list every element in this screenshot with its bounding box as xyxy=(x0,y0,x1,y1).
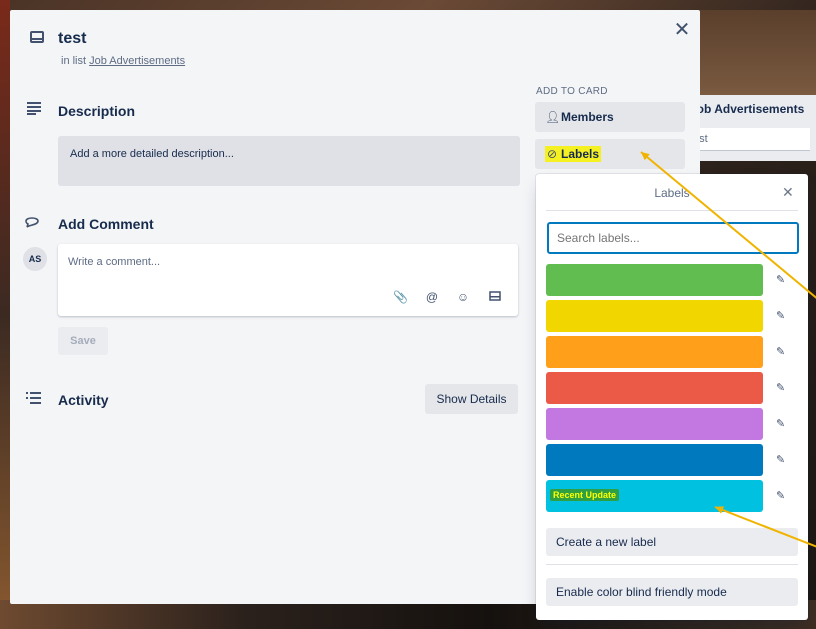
comment-placeholder: Write a comment... xyxy=(68,256,161,268)
label-sky[interactable]: Recent Update xyxy=(546,480,763,512)
in-list-prefix: in list xyxy=(61,55,87,67)
avatar[interactable]: AS xyxy=(23,247,47,271)
description-icon xyxy=(26,101,42,120)
edit-label-icon[interactable]: ✎ xyxy=(776,381,785,394)
list-link[interactable]: Job Advertisements xyxy=(89,55,185,67)
members-button[interactable]: 👤︎Members xyxy=(535,102,685,132)
edit-label-icon[interactable]: ✎ xyxy=(776,345,785,358)
activity-icon xyxy=(26,391,42,410)
activity-title: Activity xyxy=(58,392,109,408)
board-background-edge xyxy=(0,0,10,629)
card-title[interactable]: test xyxy=(58,30,86,48)
add-comment-title: Add Comment xyxy=(58,216,154,232)
comment-icon xyxy=(24,215,40,234)
labels-button[interactable]: ⊘ Labels xyxy=(535,139,685,169)
edit-label-icon[interactable]: ✎ xyxy=(776,309,785,322)
add-to-card-heading: ADD TO CARD xyxy=(536,86,608,97)
members-label: Members xyxy=(561,110,614,124)
attachment-icon[interactable]: 📎 xyxy=(393,290,408,304)
label-green[interactable] xyxy=(546,264,763,296)
search-labels-input[interactable] xyxy=(547,222,799,254)
edit-label-icon[interactable]: ✎ xyxy=(776,453,785,466)
in-list-text: in list Job Advertisements xyxy=(61,55,185,67)
tag-icon: ⊘ xyxy=(547,147,558,161)
card-link-icon[interactable] xyxy=(488,290,502,304)
board-header-area xyxy=(690,10,816,95)
popover-divider xyxy=(546,564,798,565)
label-orange[interactable] xyxy=(546,336,763,368)
background-list: Job Advertisements test xyxy=(690,95,816,161)
mention-icon[interactable]: @ xyxy=(425,290,439,304)
close-icon[interactable]: ✕ xyxy=(672,20,692,40)
emoji-icon[interactable]: ☺ xyxy=(456,290,470,304)
popover-divider xyxy=(546,210,798,211)
comment-input[interactable]: Write a comment... 📎 @ ☺ xyxy=(58,244,518,316)
edit-label-icon[interactable]: ✎ xyxy=(776,489,785,502)
label-blue[interactable] xyxy=(546,444,763,476)
label-text: Recent Update xyxy=(550,489,620,501)
labels-highlight: ⊘ Labels xyxy=(545,146,602,162)
labels-popover: Labels ✕ ✎ ✎ ✎ ✎ ✎ ✎ Recent Update ✎ Cre… xyxy=(536,174,808,620)
background-list-title[interactable]: Job Advertisements xyxy=(690,102,804,116)
card-icon xyxy=(30,31,44,43)
colorblind-mode-button[interactable]: Enable color blind friendly mode xyxy=(546,578,798,606)
background-list-card[interactable]: test xyxy=(690,128,810,150)
label-yellow[interactable] xyxy=(546,300,763,332)
create-label-button[interactable]: Create a new label xyxy=(546,528,798,556)
label-purple[interactable] xyxy=(546,408,763,440)
description-title: Description xyxy=(58,103,136,119)
save-button[interactable]: Save xyxy=(58,327,108,355)
description-input[interactable]: Add a more detailed description... xyxy=(58,136,520,186)
popover-close-icon[interactable]: ✕ xyxy=(782,184,794,201)
labels-label: Labels xyxy=(561,147,600,161)
show-details-button[interactable]: Show Details xyxy=(425,384,518,414)
label-red[interactable] xyxy=(546,372,763,404)
edit-label-icon[interactable]: ✎ xyxy=(776,417,785,430)
edit-label-icon[interactable]: ✎ xyxy=(776,273,785,286)
person-icon: 👤︎ xyxy=(545,110,561,124)
popover-title: Labels xyxy=(654,186,690,200)
